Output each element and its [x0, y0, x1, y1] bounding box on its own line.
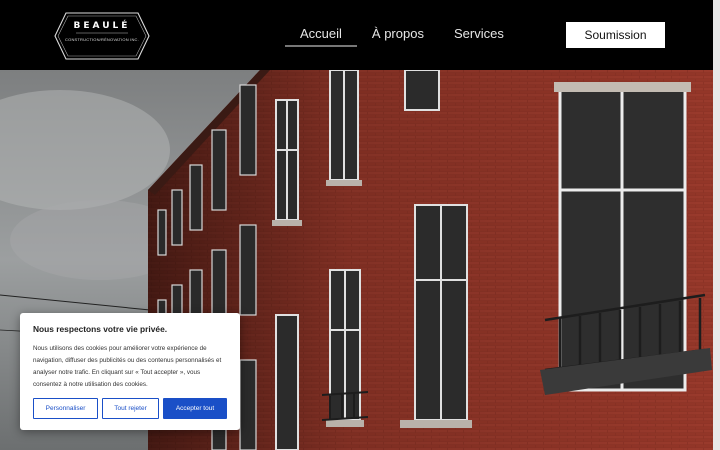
nav-item-services[interactable]: Services	[454, 26, 504, 47]
customize-cookies-button[interactable]: Personnaliser	[33, 398, 98, 419]
cookie-consent-banner: Nous respectons votre vie privée. Nous u…	[20, 313, 240, 430]
scrollbar[interactable]	[713, 0, 720, 450]
hexagon-logo-icon	[54, 12, 150, 60]
nav-item-a-propos[interactable]: À propos	[372, 26, 424, 47]
brand-name: BEAULÉ	[73, 21, 131, 31]
cookie-title: Nous respectons votre vie privée.	[33, 324, 168, 334]
accept-all-cookies-button[interactable]: Accepter tout	[163, 398, 227, 419]
reject-all-cookies-button[interactable]: Tout rejeter	[102, 398, 159, 419]
cookie-button-group: Personnaliser Tout rejeter Accepter tout	[33, 398, 227, 419]
brand-logo[interactable]: BEAULÉ CONSTRUCTION/RÉNOVATION INC.	[54, 11, 150, 61]
soumission-button[interactable]: Soumission	[566, 22, 665, 48]
main-nav: Accueil À propos Services	[285, 26, 534, 47]
brand-tagline: CONSTRUCTION/RÉNOVATION INC.	[65, 37, 139, 42]
site-header: BEAULÉ CONSTRUCTION/RÉNOVATION INC. Accu…	[0, 0, 713, 70]
cookie-description: Nous utilisons des cookies pour améliore…	[33, 345, 222, 388]
nav-item-accueil[interactable]: Accueil	[285, 26, 357, 47]
